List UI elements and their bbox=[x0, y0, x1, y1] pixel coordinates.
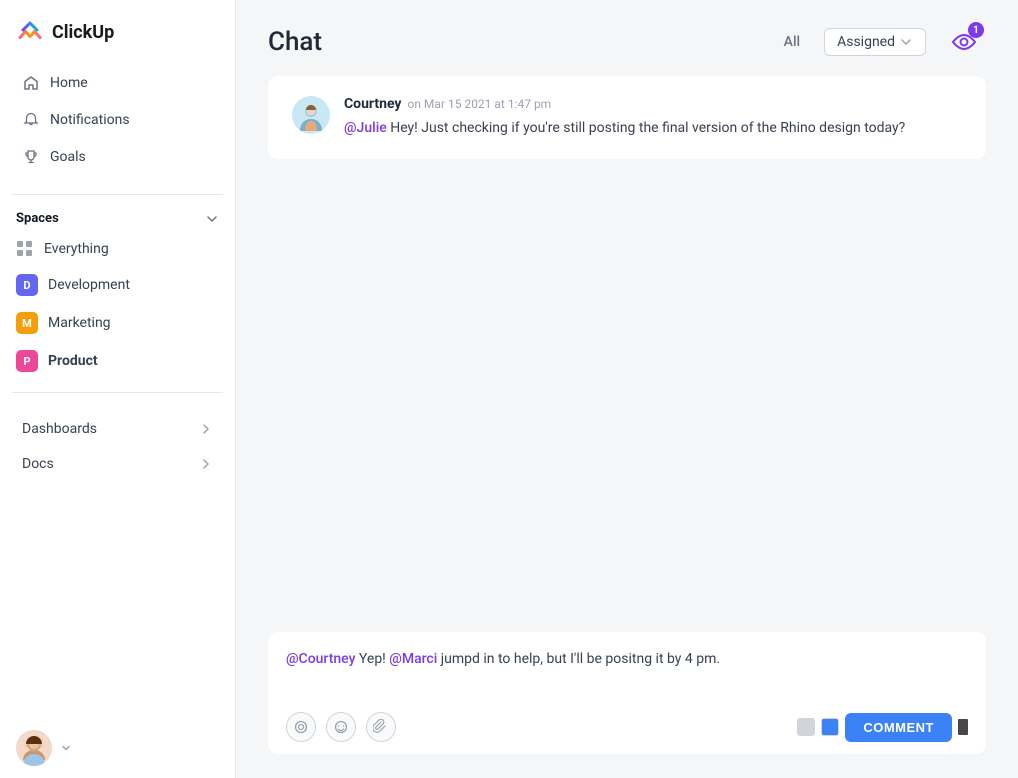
sidebar-item-product[interactable]: P Product bbox=[4, 342, 231, 380]
space-everything-label: Everything bbox=[44, 241, 109, 257]
bell-icon bbox=[22, 111, 40, 129]
sidebar-item-everything[interactable]: Everything bbox=[4, 232, 231, 266]
comment-button[interactable]: COMMENT bbox=[845, 713, 952, 742]
table-row: Courtney on Mar 15 2021 at 1:47 pm @Juli… bbox=[268, 76, 986, 159]
spaces-list: Everything D Development M Marketing P P… bbox=[0, 232, 235, 380]
mention-button[interactable] bbox=[286, 712, 316, 742]
home-icon bbox=[22, 74, 40, 92]
development-avatar: D bbox=[16, 274, 38, 296]
sidebar-item-home-label: Home bbox=[50, 75, 88, 91]
spaces-label: Spaces bbox=[16, 211, 59, 226]
chat-header: Chat All Assigned 1 bbox=[236, 0, 1018, 76]
message-author: Courtney bbox=[344, 96, 401, 112]
emoji-button[interactable] bbox=[326, 712, 356, 742]
at-icon bbox=[293, 719, 309, 735]
reply-tools-left bbox=[286, 712, 396, 742]
product-avatar: P bbox=[16, 350, 38, 372]
reply-text[interactable]: @Courtney Yep! @Marci jumpd in to help, … bbox=[286, 648, 968, 698]
marketing-avatar: M bbox=[16, 312, 38, 334]
logo[interactable]: ClickUp bbox=[0, 0, 235, 60]
reply-text2: jumpd in to help, but I'll be positng it… bbox=[437, 651, 720, 667]
main-content: Chat All Assigned 1 bbox=[236, 0, 1018, 778]
app-name: ClickUp bbox=[52, 22, 114, 43]
chevron-right-icon bbox=[199, 422, 213, 436]
clickup-logo-icon bbox=[16, 18, 44, 46]
sidebar: ClickUp Home Notifications bbox=[0, 0, 236, 778]
chevron-right-docs-icon bbox=[199, 457, 213, 471]
chat-messages: Courtney on Mar 15 2021 at 1:47 pm @Juli… bbox=[236, 76, 1018, 632]
mention: @Julie bbox=[344, 120, 387, 136]
space-product-label: Product bbox=[48, 353, 98, 369]
sidebar-item-goals-label: Goals bbox=[50, 149, 86, 165]
reply-text1: Yep! bbox=[355, 651, 389, 667]
avatar bbox=[16, 730, 52, 766]
reply-toolbar: COMMENT bbox=[286, 712, 968, 742]
trophy-icon bbox=[22, 148, 40, 166]
space-development-label: Development bbox=[48, 277, 130, 293]
spaces-header[interactable]: Spaces bbox=[0, 201, 235, 232]
reply-mention2: @Marci bbox=[389, 651, 437, 667]
sidebar-item-notifications[interactable]: Notifications bbox=[6, 102, 229, 138]
divider2 bbox=[12, 392, 223, 393]
color-swatch-1[interactable] bbox=[797, 718, 815, 736]
sidebar-item-dashboards[interactable]: Dashboards bbox=[6, 412, 229, 446]
attach-button[interactable] bbox=[366, 712, 396, 742]
user-chevron-icon bbox=[60, 742, 72, 754]
sidebar-item-home[interactable]: Home bbox=[6, 65, 229, 101]
page-title: Chat bbox=[268, 27, 760, 57]
filter-all[interactable]: All bbox=[776, 30, 808, 54]
sidebar-item-docs[interactable]: Docs bbox=[6, 447, 229, 481]
footer-nav: Dashboards Docs bbox=[0, 407, 235, 486]
emoji-icon bbox=[333, 719, 349, 735]
chevron-down-icon bbox=[205, 212, 219, 226]
notification-badge: 1 bbox=[968, 22, 984, 38]
assigned-chevron-icon bbox=[899, 35, 913, 49]
dashboards-label: Dashboards bbox=[22, 421, 97, 437]
filter-assigned-label: Assigned bbox=[837, 34, 895, 50]
filter-assigned-dropdown[interactable]: Assigned bbox=[824, 28, 926, 56]
everything-grid-icon bbox=[16, 240, 34, 258]
reply-tools-right: COMMENT bbox=[797, 713, 968, 742]
message-time: on Mar 15 2021 at 1:47 pm bbox=[407, 97, 551, 111]
space-marketing-label: Marketing bbox=[48, 315, 111, 331]
main-nav: Home Notifications Goals bbox=[0, 60, 235, 188]
courtney-avatar bbox=[292, 96, 330, 134]
docs-label: Docs bbox=[22, 456, 54, 472]
reply-area: @Courtney Yep! @Marci jumpd in to help, … bbox=[268, 632, 986, 754]
message-meta: Courtney on Mar 15 2021 at 1:47 pm bbox=[344, 96, 962, 112]
sidebar-item-development[interactable]: D Development bbox=[4, 266, 231, 304]
sidebar-item-goals[interactable]: Goals bbox=[6, 139, 229, 175]
color-swatch-2[interactable] bbox=[821, 718, 839, 736]
cursor-indicator bbox=[958, 719, 968, 735]
reply-mention1: @Courtney bbox=[286, 651, 355, 667]
divider bbox=[12, 194, 223, 195]
user-profile[interactable] bbox=[0, 718, 235, 778]
paperclip-icon bbox=[373, 719, 389, 735]
notifications-eye-button[interactable]: 1 bbox=[942, 20, 986, 64]
sidebar-item-notifications-label: Notifications bbox=[50, 112, 130, 128]
message-content: Courtney on Mar 15 2021 at 1:47 pm @Juli… bbox=[344, 96, 962, 139]
sidebar-item-marketing[interactable]: M Marketing bbox=[4, 304, 231, 342]
message-text: @Julie Hey! Just checking if you're stil… bbox=[344, 118, 962, 139]
